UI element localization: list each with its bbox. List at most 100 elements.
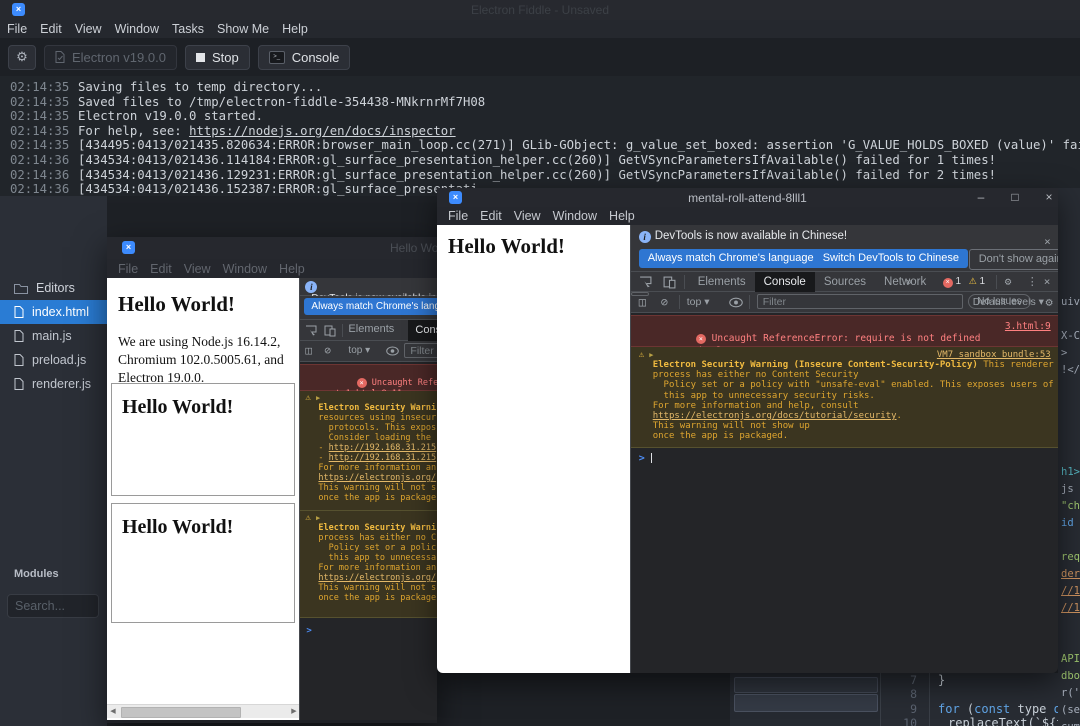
menu-item[interactable]: Show Me: [217, 22, 269, 36]
inspect-icon[interactable]: [639, 276, 652, 289]
sidebar-file-item[interactable]: main.js: [0, 324, 107, 348]
console-filter-input[interactable]: [756, 294, 963, 309]
menu-item[interactable]: View: [75, 22, 102, 36]
close-icon[interactable]: ×: [1040, 190, 1058, 204]
match-language-button[interactable]: Always match Chrome's language: [638, 249, 823, 268]
no-issues-button[interactable]: No Issues: [968, 294, 1031, 309]
file-icon: [14, 378, 24, 390]
menu-item[interactable]: Edit: [150, 262, 172, 276]
console-sidebar-icon[interactable]: ◫: [305, 344, 312, 357]
log-row: 02:14:35 For help, see: https://nodejs.or…: [0, 124, 1080, 139]
clear-console-icon[interactable]: ⊘: [324, 344, 331, 357]
more-tabs-icon[interactable]: »: [906, 275, 913, 288]
fiddle-titlebar: × Electron Fiddle - Unsaved: [0, 0, 1080, 20]
gear-icon[interactable]: ⚙: [1005, 275, 1012, 288]
menu-item[interactable]: Edit: [480, 209, 502, 223]
file-icon: [14, 330, 24, 342]
console-warning: ⚠ ▶ Electron Security Warni resources usi…: [300, 391, 437, 511]
fiddle-toolbar: ⚙ Electron v19.0.0 Stop >_ Console: [0, 38, 1080, 76]
console-filter-input[interactable]: [404, 343, 437, 358]
window-title: Hello World!: [390, 241, 437, 255]
switch-to-chinese-button[interactable]: Switch DevTools to Chinese: [813, 249, 969, 268]
devtools-tab[interactable]: Elements: [689, 272, 755, 292]
dont-show-again-button[interactable]: Don't show again: [968, 249, 1058, 270]
settings-button[interactable]: ⚙: [8, 44, 36, 70]
editor-mosaic-panel: [730, 673, 881, 726]
warning-count-badge[interactable]: ⚠ 1: [969, 276, 985, 287]
console-label: Console: [291, 49, 340, 65]
minimize-icon[interactable]: –: [972, 190, 990, 204]
sidebar-file-item[interactable]: preload.js: [0, 348, 107, 372]
console-sidebar-icon[interactable]: ◫: [639, 295, 646, 309]
frame-heading: Hello World!: [122, 396, 234, 418]
menu-item[interactable]: Window: [553, 209, 597, 223]
console-prompt[interactable]: >: [639, 453, 652, 464]
tab-console[interactable]: Console: [408, 320, 437, 341]
menu-item[interactable]: File: [7, 22, 27, 36]
expand-icon[interactable]: ▶: [316, 394, 320, 402]
device-toolbar-icon[interactable]: [663, 276, 676, 289]
gear-icon[interactable]: ⚙: [1045, 295, 1052, 309]
close-icon[interactable]: ×: [1044, 275, 1051, 288]
log-timestamp: 02:14:36: [10, 167, 70, 182]
log-timestamp: 02:14:36: [10, 152, 70, 167]
menu-item[interactable]: View: [514, 209, 541, 223]
log-link[interactable]: https://nodejs.org/en/docs/inspector: [189, 124, 456, 138]
modules-search-input[interactable]: [7, 594, 99, 618]
match-language-button[interactable]: Always match Chrome's language: [304, 298, 437, 315]
device-toolbar-icon[interactable]: [324, 325, 336, 337]
menu-item[interactable]: Tasks: [172, 22, 204, 36]
expand-icon[interactable]: ▶: [316, 514, 320, 522]
file-icon: [14, 354, 24, 366]
devtools-language-bar: Always match Chrome's language: [300, 296, 437, 320]
clear-console-icon[interactable]: ⊘: [661, 295, 668, 309]
log-row: 02:14:36 [434534:0413/021436.114184:ERROR…: [0, 153, 1080, 168]
console-button[interactable]: >_ Console: [257, 44, 351, 70]
devtools-tab[interactable]: Console: [754, 272, 815, 292]
menu-item[interactable]: File: [118, 262, 138, 276]
menu-item[interactable]: Help: [609, 209, 635, 223]
electron-version-button[interactable]: Electron v19.0.0: [44, 44, 177, 70]
eye-icon[interactable]: [728, 297, 743, 308]
menu-item[interactable]: Edit: [40, 22, 62, 36]
sidebar-modules-header: Modules: [14, 568, 59, 580]
window-titlebar[interactable]: × Hello World!: [107, 237, 437, 259]
frame-heading: Hello World!: [122, 516, 234, 538]
file-icon: [14, 306, 24, 318]
menu-item[interactable]: View: [184, 262, 211, 276]
warning-source-link[interactable]: VM7_sandbox_bundle:53: [937, 350, 1051, 360]
editor-code[interactable]: } for (const type of ['ch replaceText(`$…: [938, 673, 1058, 726]
scroll-left-icon[interactable]: ◀: [107, 705, 119, 718]
horizontal-scrollbar[interactable]: ◀ ▶: [107, 704, 300, 718]
error-count-badge[interactable]: × 1: [942, 276, 961, 288]
inspect-icon[interactable]: [305, 325, 317, 337]
warning-icon: ⚠: [968, 276, 977, 286]
menu-item[interactable]: Help: [282, 22, 308, 36]
menu-item[interactable]: Window: [115, 22, 159, 36]
sidebar-file-item[interactable]: renderer.js: [0, 372, 107, 396]
mosaic-bar[interactable]: [734, 677, 878, 693]
sidebar-file-item[interactable]: index.html: [0, 300, 107, 324]
expand-icon[interactable]: ▶: [649, 351, 653, 359]
scrollbar-thumb[interactable]: [121, 707, 241, 718]
console-prompt[interactable]: >: [306, 626, 311, 636]
context-selector[interactable]: top ▾: [348, 345, 370, 356]
window-titlebar[interactable]: × mental-roll-attend-8lll1 – □ ×: [437, 188, 1058, 207]
menu-item[interactable]: File: [448, 209, 468, 223]
log-row: 02:14:35 Saved files to /tmp/electron-fid…: [0, 95, 1080, 110]
maximize-icon[interactable]: □: [1006, 190, 1024, 204]
tab-elements[interactable]: Elements: [348, 323, 394, 335]
sidebar-editors-header[interactable]: Editors: [0, 276, 107, 300]
error-source-link[interactable]: 3.html:9: [1005, 320, 1051, 333]
menu-item[interactable]: Window: [223, 262, 267, 276]
scroll-right-icon[interactable]: ▶: [288, 705, 299, 718]
close-icon[interactable]: ×: [1044, 235, 1051, 248]
stop-button[interactable]: Stop: [184, 44, 250, 70]
context-selector[interactable]: top ▾: [687, 296, 710, 308]
menu-item[interactable]: Help: [279, 262, 305, 276]
eye-icon[interactable]: [386, 346, 400, 356]
mosaic-bar[interactable]: [734, 694, 878, 712]
devtools-tab[interactable]: Sources: [815, 272, 875, 292]
kebab-menu-icon[interactable]: ⋮: [1027, 275, 1038, 288]
devtools-info-bar: i DevTools is now available in Chinese! …: [630, 225, 1058, 272]
